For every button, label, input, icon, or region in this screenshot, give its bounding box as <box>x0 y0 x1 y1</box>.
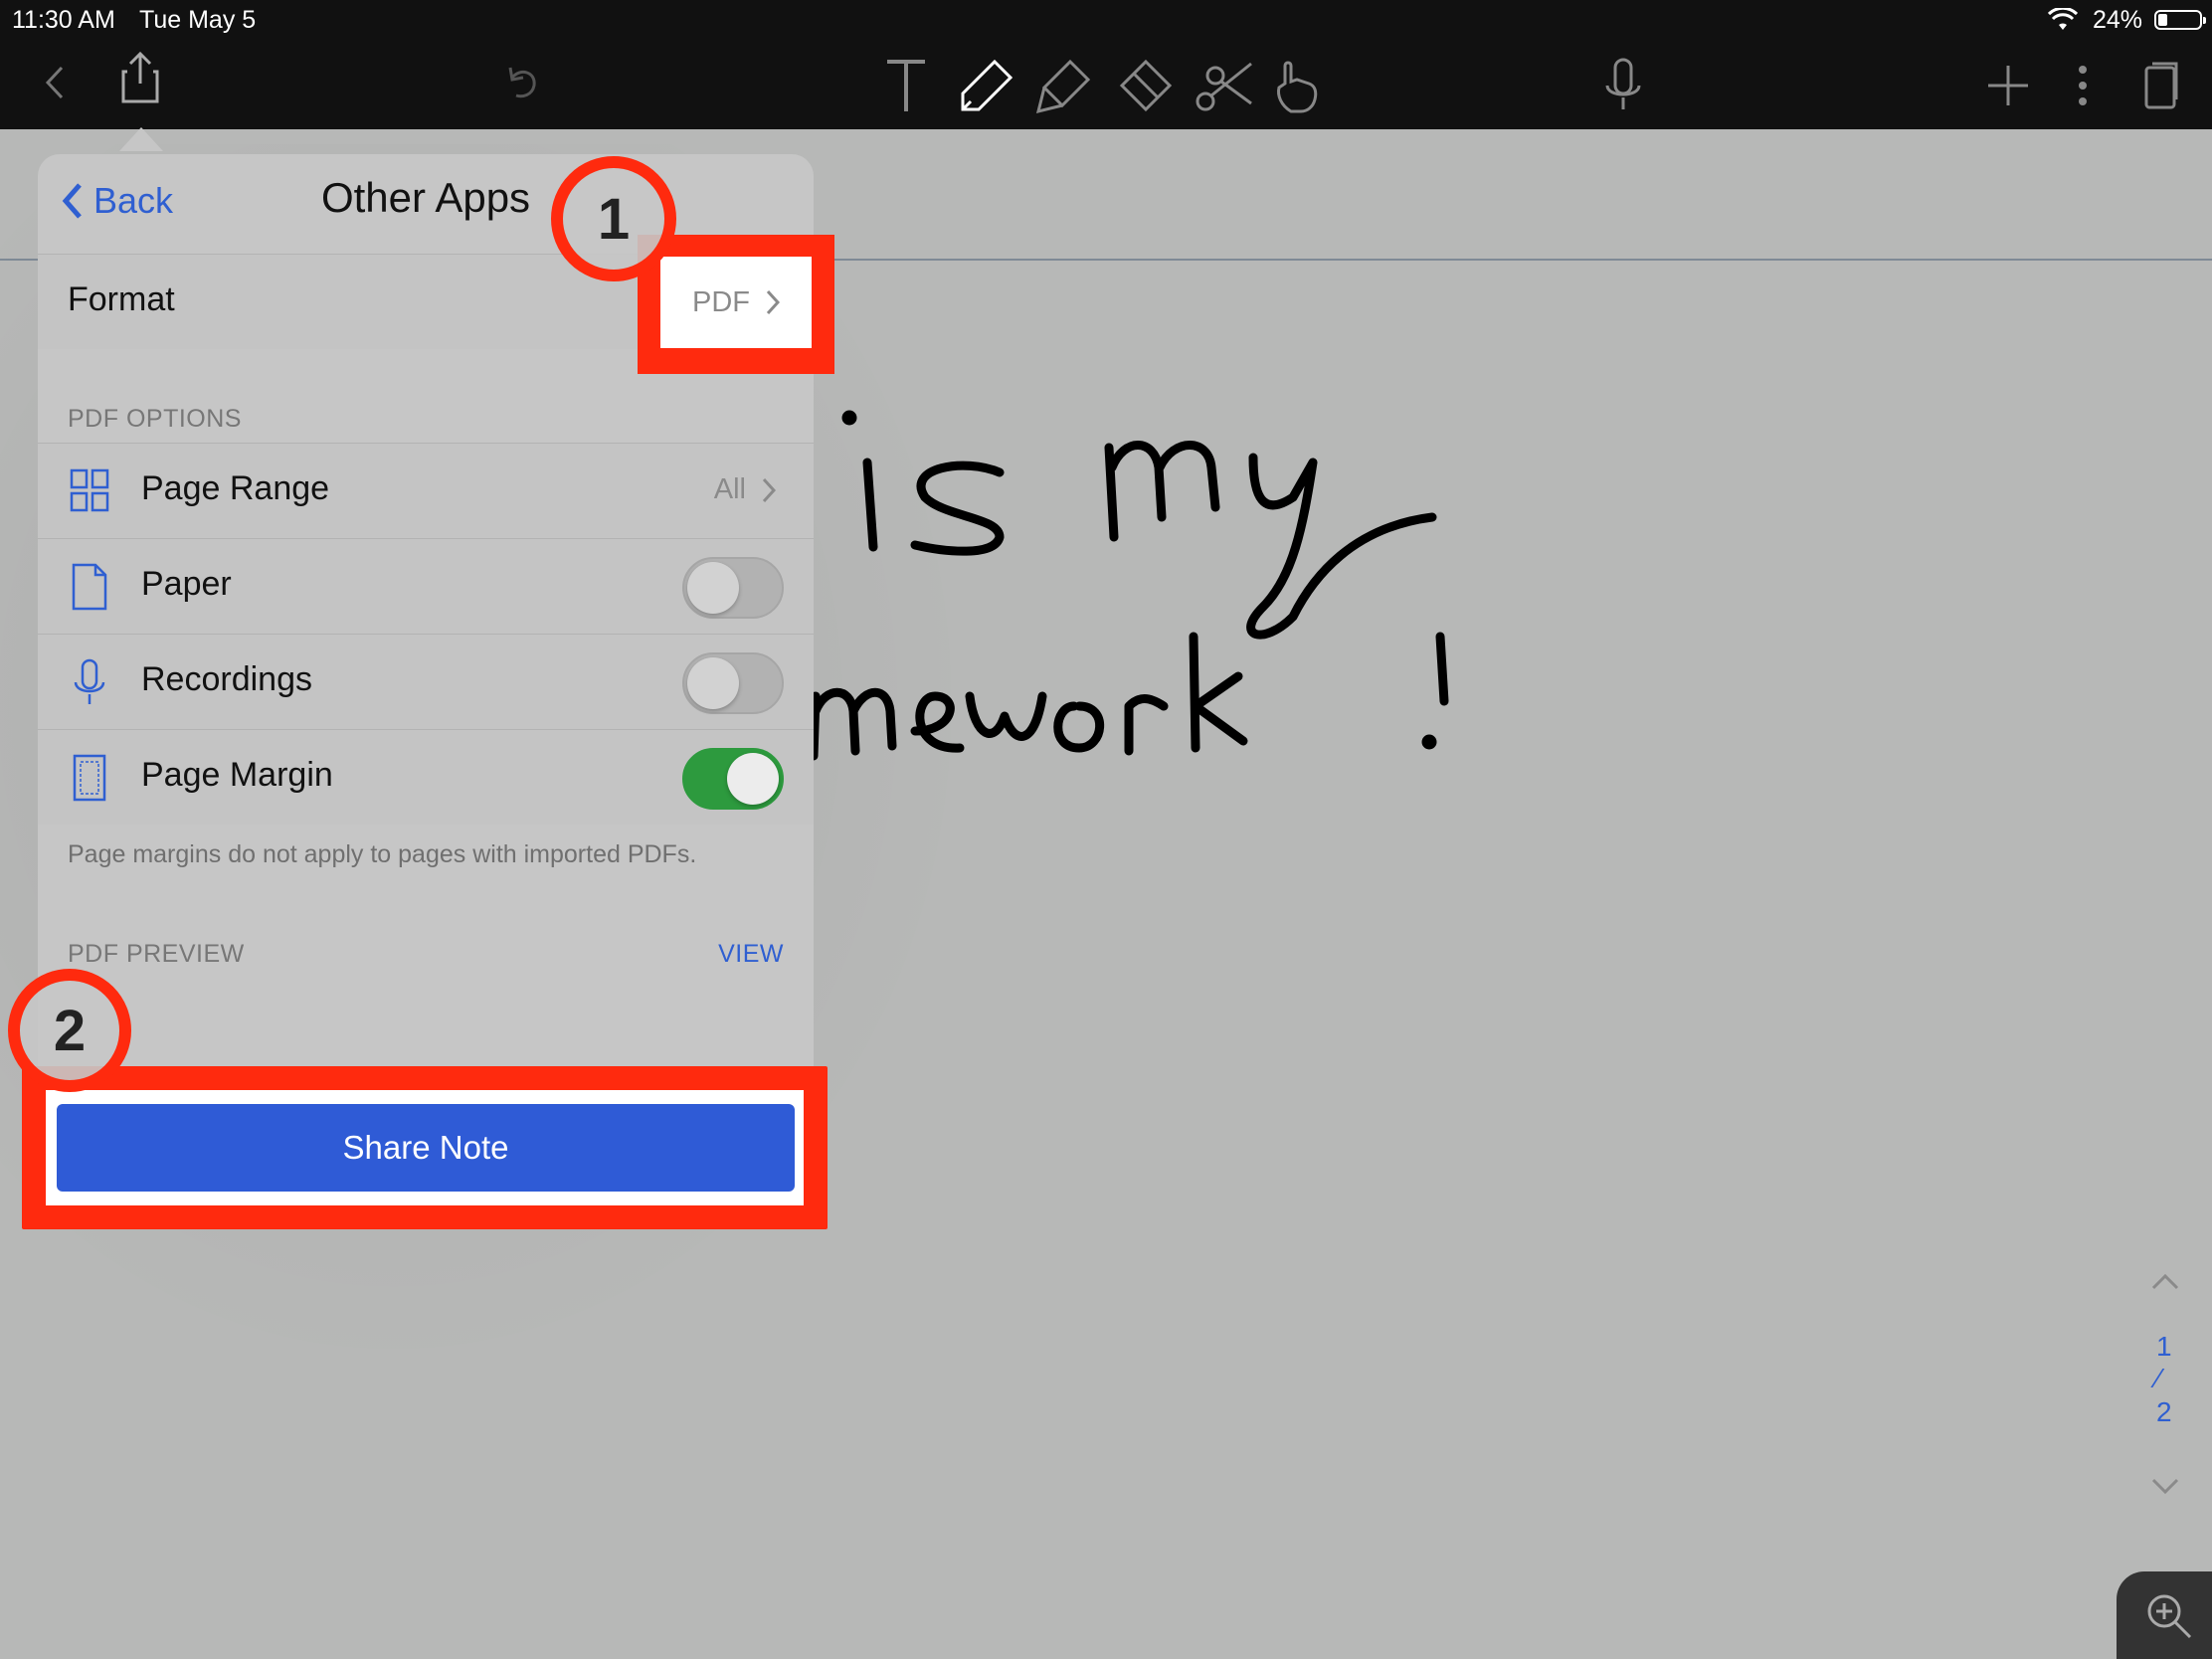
page-margin-label: Page Margin <box>141 756 333 794</box>
page-separator: ⁄ <box>2156 1363 2161 1393</box>
toggle-knob <box>687 562 739 614</box>
grid-icon <box>70 467 109 518</box>
status-date: Tue May 5 <box>139 6 257 34</box>
paper-label: Paper <box>141 565 232 603</box>
view-preview-link[interactable]: VIEW <box>718 940 784 969</box>
chevron-right-icon <box>762 477 776 502</box>
format-value-button[interactable]: PDF <box>660 257 812 348</box>
battery-icon <box>2154 10 2206 30</box>
status-bar: 11:30 AM Tue May 5 24% <box>0 0 2212 40</box>
page-margin-row: Page Margin <box>38 729 814 825</box>
pdf-options-header: PDF OPTIONS <box>68 405 242 433</box>
share-icon[interactable] <box>119 50 161 105</box>
plus-icon[interactable] <box>1985 56 2031 115</box>
zoom-icon <box>2147 1594 2192 1639</box>
page-range-value: All <box>713 473 746 505</box>
total-pages: 2 <box>2156 1396 2172 1427</box>
paper-toggle[interactable] <box>682 557 784 619</box>
status-time: 11:30 AM <box>12 6 115 34</box>
recordings-row: Recordings <box>38 634 814 729</box>
pen-icon[interactable] <box>957 56 1016 115</box>
format-label: Format <box>68 280 175 318</box>
microphone-icon[interactable] <box>1603 56 1643 115</box>
more-icon[interactable] <box>2075 56 2091 115</box>
highlighter-icon[interactable] <box>1034 56 1094 115</box>
back-chevron-icon[interactable] <box>40 56 70 109</box>
page-margin-icon <box>70 754 109 807</box>
page-up-chevron-icon[interactable] <box>2150 1268 2180 1303</box>
format-value: PDF <box>692 285 750 318</box>
hand-pointer-icon[interactable] <box>1271 56 1325 115</box>
undo-icon[interactable] <box>502 56 542 109</box>
page-range-row[interactable]: Page Range All <box>38 443 814 538</box>
paper-row: Paper <box>38 538 814 634</box>
current-page: 1 <box>2156 1331 2172 1362</box>
zoom-button[interactable] <box>2117 1571 2212 1659</box>
recordings-toggle[interactable] <box>682 652 784 714</box>
toolbar <box>0 40 2212 129</box>
recordings-label: Recordings <box>141 660 312 698</box>
toggle-knob <box>687 657 739 709</box>
callout-marker-2: 2 <box>8 969 131 1092</box>
popover-arrow <box>119 127 163 151</box>
page-down-chevron-icon[interactable] <box>2150 1470 2180 1505</box>
wifi-icon <box>2047 6 2079 39</box>
microphone-icon <box>70 658 109 711</box>
scissors-icon[interactable] <box>1194 56 1255 115</box>
eraser-icon[interactable] <box>1112 56 1174 115</box>
toggle-knob <box>727 753 779 805</box>
callout-marker-1: 1 <box>551 156 676 281</box>
popover-title: Other Apps <box>320 174 531 221</box>
pdf-preview-header: PDF PREVIEW <box>68 940 245 968</box>
chevron-right-icon <box>766 289 780 315</box>
page-range-label: Page Range <box>141 469 330 507</box>
document-icon <box>70 563 109 616</box>
share-note-button[interactable]: Share Note <box>57 1104 795 1192</box>
battery-percent: 24% <box>2092 6 2142 34</box>
page-margin-footnote: Page margins do not apply to pages with … <box>68 840 697 868</box>
text-tool-icon[interactable] <box>883 56 929 115</box>
pages-icon[interactable] <box>2140 56 2180 115</box>
page-margin-toggle[interactable] <box>682 748 784 810</box>
